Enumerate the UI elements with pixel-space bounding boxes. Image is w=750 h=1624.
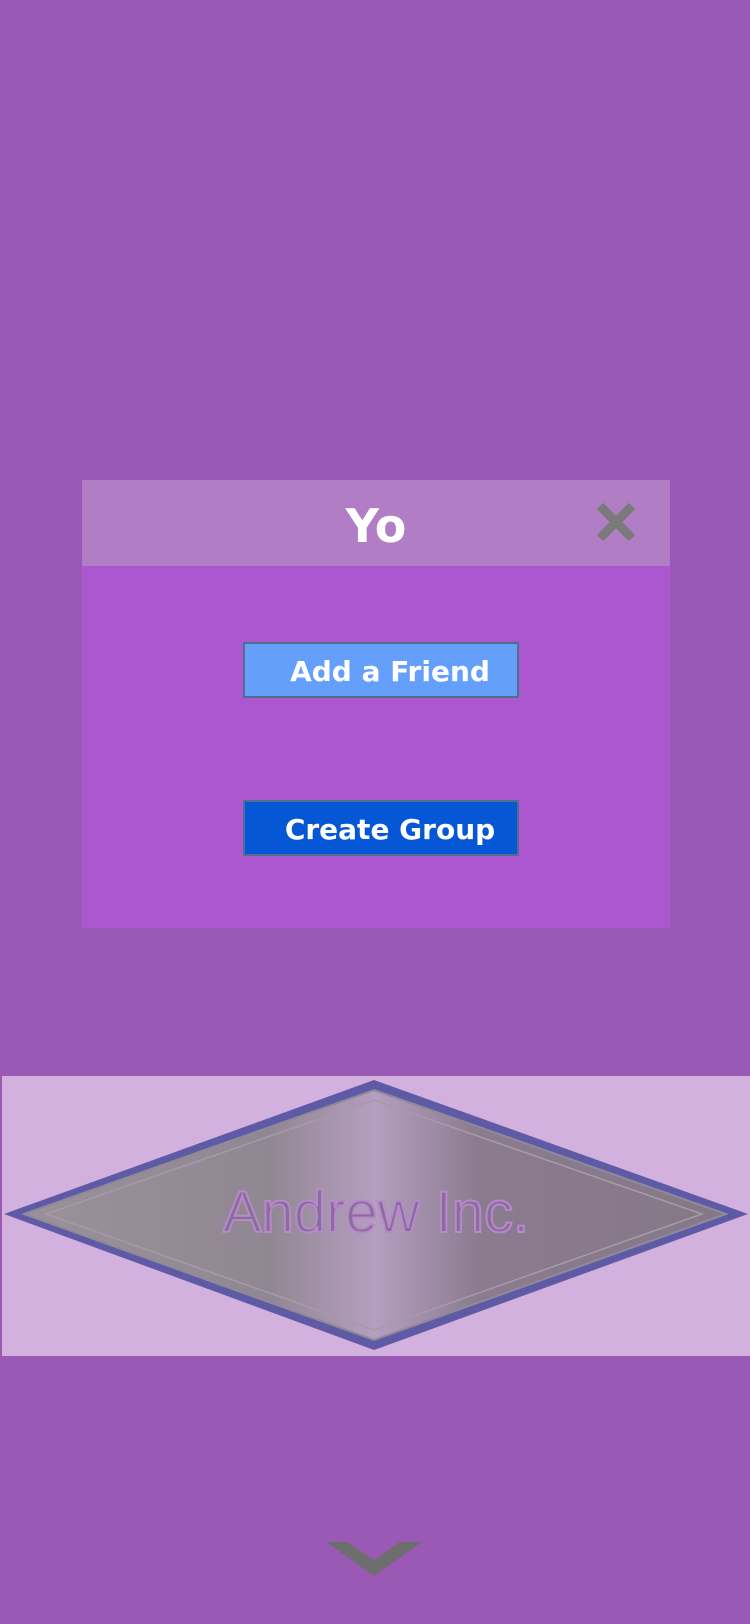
logo-text: Andrew Inc. bbox=[223, 1180, 529, 1245]
add-friend-button[interactable]: Add a Friend bbox=[243, 642, 519, 698]
chevron-down-icon[interactable] bbox=[326, 1542, 422, 1578]
dialog-header: Yo bbox=[82, 480, 670, 566]
dialog-title: Yo bbox=[345, 499, 407, 553]
yo-dialog: Yo Add a Friend Create Group bbox=[82, 480, 670, 928]
andrew-inc-logo: Andrew Inc. bbox=[4, 1080, 748, 1350]
company-banner: Andrew Inc. bbox=[2, 1076, 750, 1356]
close-icon[interactable] bbox=[594, 500, 638, 544]
create-group-button[interactable]: Create Group bbox=[243, 800, 519, 856]
